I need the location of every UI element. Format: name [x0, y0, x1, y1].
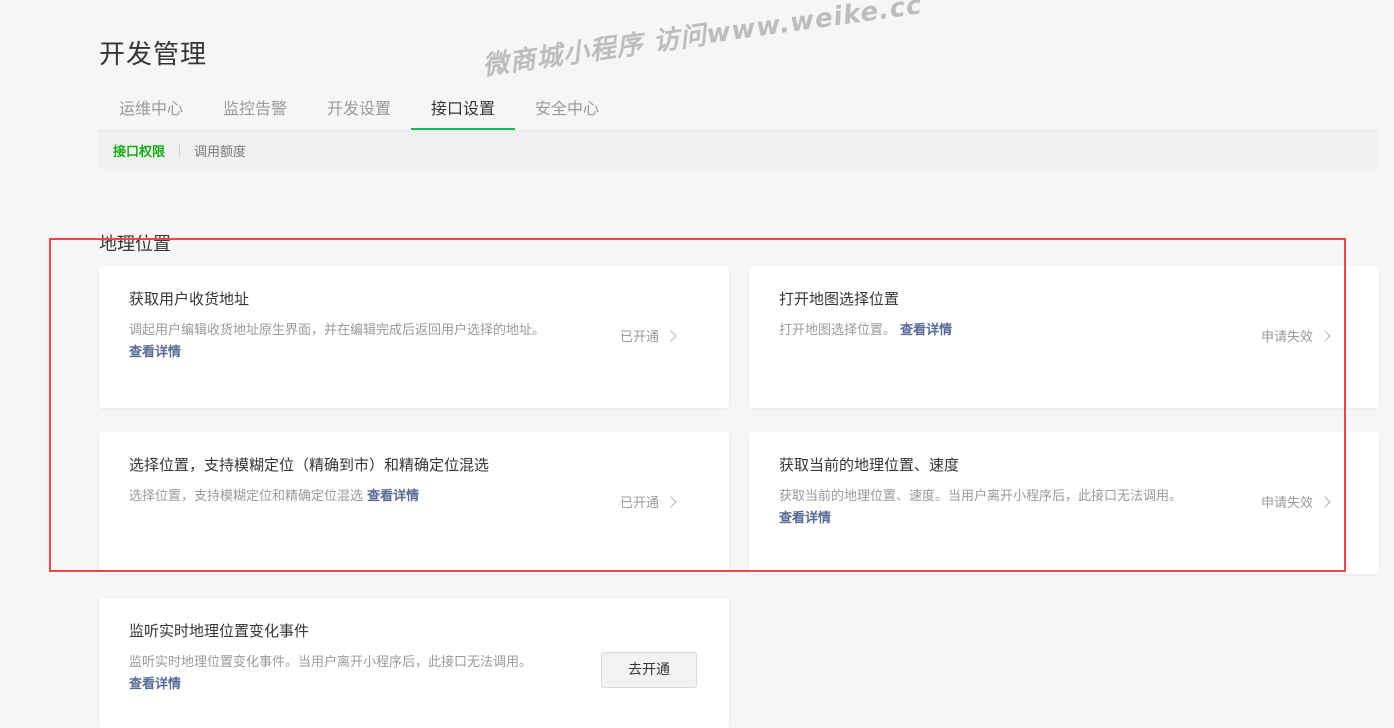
tab-monitoring-alerts[interactable]: 监控告警 — [223, 90, 287, 128]
page-title: 开发管理 — [99, 40, 208, 70]
chevron-right-icon — [665, 329, 677, 342]
api-card-location-change: 监听实时地理位置变化事件 监听实时地理位置变化事件。当用户离开小程序后，此接口无… — [99, 598, 729, 728]
section-title: 地理位置 — [99, 234, 171, 255]
chevron-right-icon — [1319, 495, 1331, 508]
card-title: 监听实时地理位置变化事件 — [129, 622, 310, 640]
view-details-link[interactable]: 查看详情 — [129, 345, 181, 360]
tab-security-center[interactable]: 安全中心 — [535, 90, 599, 128]
chevron-right-icon — [665, 495, 677, 508]
chevron-right-icon — [1319, 329, 1331, 342]
card-desc-text: 打开地图选择位置。 — [779, 323, 897, 338]
tab-dev-settings[interactable]: 开发设置 — [327, 90, 391, 128]
card-desc-text: 获取当前的地理位置、速度。当用户离开小程序后，此接口无法调用。 — [779, 489, 1183, 504]
api-card-open-map-location: 打开地图选择位置 打开地图选择位置。 查看详情 申请失效 — [749, 266, 1379, 408]
card-description: 监听实时地理位置变化事件。当用户离开小程序后，此接口无法调用。 查看详情 — [129, 652, 569, 696]
card-description: 获取当前的地理位置、速度。当用户离开小程序后，此接口无法调用。 查看详情 — [779, 486, 1219, 530]
view-details-link[interactable]: 查看详情 — [900, 323, 952, 338]
api-card-get-location: 获取当前的地理位置、速度 获取当前的地理位置、速度。当用户离开小程序后，此接口无… — [749, 432, 1379, 574]
card-desc-text: 选择位置，支持模糊定位和精确定位混选 — [129, 489, 364, 504]
card-description: 调起用户编辑收货地址原生界面，并在编辑完成后返回用户选择的地址。 查看详情 — [129, 320, 559, 364]
subtab-bar: 接口权限 调用额度 — [99, 131, 1378, 169]
main-tabs: 运维中心 监控告警 开发设置 接口设置 安全中心 — [99, 90, 1378, 131]
card-status[interactable]: 申请失效 — [1261, 326, 1331, 345]
card-status[interactable]: 申请失效 — [1261, 492, 1331, 511]
card-desc-text: 调起用户编辑收货地址原生界面，并在编辑完成后返回用户选择的地址。 — [129, 323, 546, 338]
status-label: 申请失效 — [1261, 496, 1314, 511]
card-title: 获取当前的地理位置、速度 — [779, 456, 960, 474]
status-label: 申请失效 — [1261, 330, 1314, 345]
card-title: 打开地图选择位置 — [779, 290, 900, 308]
activate-button[interactable]: 去开通 — [601, 652, 697, 688]
view-details-link[interactable]: 查看详情 — [367, 489, 419, 504]
card-title: 选择位置，支持模糊定位（精确到市）和精确定位混选 — [129, 456, 490, 474]
card-description: 打开地图选择位置。 查看详情 — [779, 320, 1209, 342]
view-details-link[interactable]: 查看详情 — [779, 511, 831, 526]
watermark: 微商城小程序 访问www.weike.cc — [480, 0, 925, 82]
api-card-choose-location: 选择位置，支持模糊定位（精确到市）和精确定位混选 选择位置，支持模糊定位和精确定… — [99, 432, 729, 574]
api-card-shipping-address: 获取用户收货地址 调起用户编辑收货地址原生界面，并在编辑完成后返回用户选择的地址… — [99, 266, 729, 408]
card-status[interactable]: 已开通 — [620, 326, 677, 345]
view-details-link[interactable]: 查看详情 — [129, 677, 181, 692]
card-description: 选择位置，支持模糊定位和精确定位混选 查看详情 — [129, 486, 559, 508]
status-label: 已开通 — [620, 496, 660, 511]
tab-api-settings[interactable]: 接口设置 — [410, 90, 516, 130]
card-title: 获取用户收货地址 — [129, 290, 250, 308]
subtab-call-quota[interactable]: 调用额度 — [180, 141, 260, 160]
card-desc-text: 监听实时地理位置变化事件。当用户离开小程序后，此接口无法调用。 — [129, 655, 533, 670]
tab-ops-center[interactable]: 运维中心 — [119, 90, 183, 128]
card-status[interactable]: 已开通 — [620, 492, 677, 511]
subtab-api-permissions[interactable]: 接口权限 — [99, 141, 179, 160]
status-label: 已开通 — [620, 330, 660, 345]
